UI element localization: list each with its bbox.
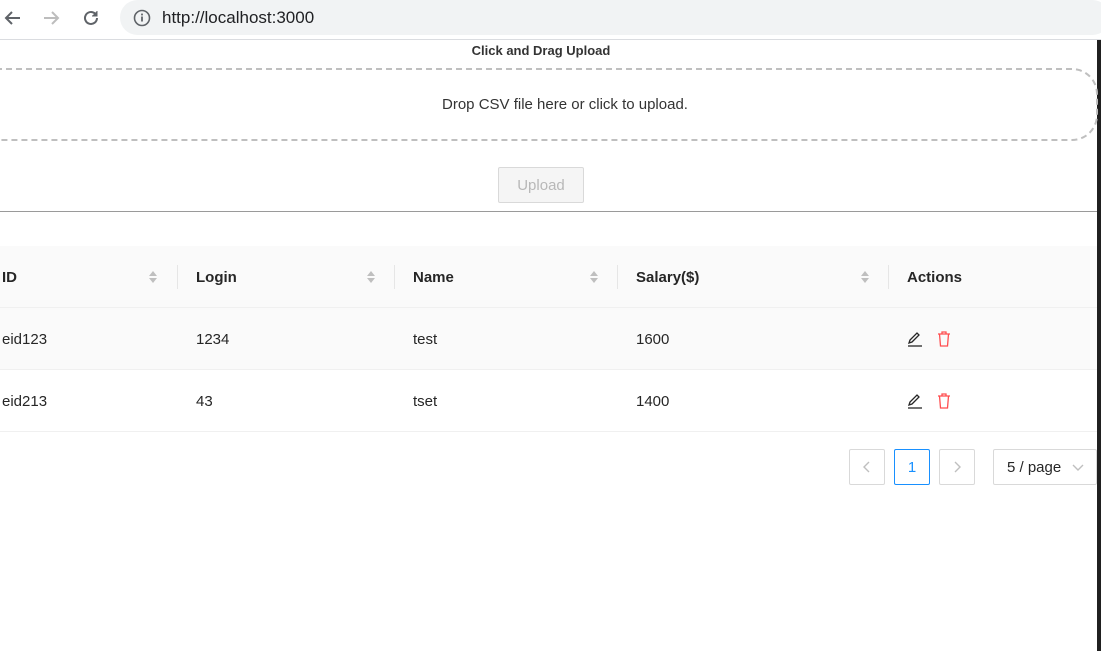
forward-button[interactable] bbox=[38, 6, 64, 30]
cell-salary: 1400 bbox=[636, 392, 670, 410]
arrow-left-icon bbox=[4, 11, 20, 25]
delete-icon[interactable] bbox=[935, 330, 953, 348]
sort-icon[interactable] bbox=[366, 268, 376, 286]
upload-title: Click and Drag Upload bbox=[471, 43, 611, 58]
employee-table: ID Login Name Salary($) Actions eid123 1… bbox=[0, 246, 1097, 432]
column-separator bbox=[394, 265, 395, 289]
reload-button[interactable] bbox=[78, 6, 104, 30]
cell-name: tset bbox=[413, 392, 438, 410]
cell-login: 1234 bbox=[196, 330, 230, 348]
edit-icon[interactable] bbox=[906, 392, 924, 410]
sort-icon[interactable] bbox=[860, 268, 870, 286]
column-separator bbox=[888, 265, 889, 289]
column-header-name[interactable]: Name bbox=[413, 246, 454, 308]
column-separator bbox=[177, 265, 178, 289]
cell-id: eid123 bbox=[2, 330, 48, 348]
table-header: ID Login Name Salary($) Actions bbox=[0, 246, 1097, 308]
cell-login: 43 bbox=[196, 392, 213, 410]
page-size-select[interactable]: 5 / page bbox=[993, 449, 1097, 485]
upload-button[interactable]: Upload bbox=[498, 167, 584, 203]
chevron-left-icon bbox=[863, 461, 870, 473]
edit-icon[interactable] bbox=[906, 330, 924, 348]
prev-page-button[interactable] bbox=[849, 449, 885, 485]
address-bar[interactable]: http://localhost:3000 bbox=[120, 0, 1101, 35]
info-icon[interactable] bbox=[133, 9, 151, 27]
sort-icon[interactable] bbox=[148, 268, 158, 286]
page-size-value: 5 / page bbox=[1007, 458, 1062, 476]
url-text: http://localhost:3000 bbox=[162, 8, 315, 27]
browser-toolbar: http://localhost:3000 bbox=[0, 0, 1101, 40]
csv-dropzone[interactable]: Drop CSV file here or click to upload. bbox=[0, 68, 1098, 141]
column-header-id[interactable]: ID bbox=[2, 246, 17, 308]
next-page-button[interactable] bbox=[939, 449, 975, 485]
dropzone-text: Drop CSV file here or click to upload. bbox=[442, 96, 688, 113]
column-header-login[interactable]: Login bbox=[196, 246, 237, 308]
sort-icon[interactable] bbox=[589, 268, 599, 286]
table-row: eid213 43 tset 1400 bbox=[0, 370, 1097, 432]
page-button-current[interactable]: 1 bbox=[894, 449, 930, 485]
window-edge bbox=[1097, 40, 1101, 651]
chevron-down-icon bbox=[1072, 464, 1084, 471]
delete-icon[interactable] bbox=[935, 392, 953, 410]
arrow-right-icon bbox=[44, 11, 60, 25]
section-divider bbox=[0, 211, 1097, 212]
column-header-actions: Actions bbox=[907, 268, 963, 286]
cell-name: test bbox=[413, 330, 438, 348]
cell-salary: 1600 bbox=[636, 330, 670, 348]
table-row: eid123 1234 test 1600 bbox=[0, 308, 1097, 370]
reload-icon bbox=[84, 10, 98, 25]
chevron-right-icon bbox=[954, 461, 961, 473]
column-header-salary[interactable]: Salary($) bbox=[636, 246, 699, 308]
cell-id: eid213 bbox=[2, 392, 48, 410]
back-button[interactable] bbox=[0, 6, 26, 30]
column-separator bbox=[617, 265, 618, 289]
